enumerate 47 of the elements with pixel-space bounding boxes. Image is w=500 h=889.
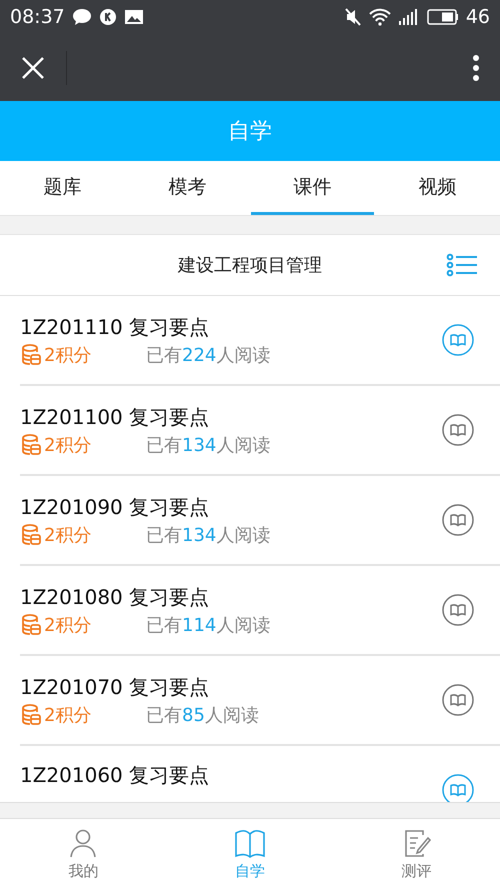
list-icon[interactable] xyxy=(446,253,478,277)
points-label: 2积分 xyxy=(44,344,92,366)
nav-tab[interactable]: 测评 xyxy=(333,819,500,889)
tab[interactable]: 视频 xyxy=(376,161,499,215)
wifi-icon xyxy=(368,8,391,26)
nav-tab[interactable]: 我的 xyxy=(0,819,167,889)
tab[interactable]: 模考 xyxy=(126,161,249,215)
book-icon[interactable] xyxy=(442,504,474,536)
header-title: 自学 xyxy=(228,118,272,146)
book-icon xyxy=(234,828,266,858)
chat-icon xyxy=(72,8,92,26)
coins-icon xyxy=(20,524,42,546)
item-title[interactable]: 1Z201060 复习要点 xyxy=(20,762,442,789)
coins-icon xyxy=(20,704,42,726)
points-label: 2积分 xyxy=(44,524,92,546)
book-icon[interactable] xyxy=(442,324,474,356)
close-icon[interactable] xyxy=(20,54,46,80)
book-icon[interactable] xyxy=(442,774,474,802)
circle-k-icon xyxy=(98,8,117,26)
read-count: 已有85人阅读 xyxy=(146,704,259,726)
read-count: 已有224人阅读 xyxy=(146,344,270,366)
image-icon xyxy=(124,8,144,26)
mute-icon xyxy=(344,8,362,26)
item-title[interactable]: 1Z201090 复习要点 xyxy=(20,494,442,520)
coins-icon xyxy=(20,614,42,636)
tab[interactable]: 题库 xyxy=(1,161,124,215)
read-count: 已有134人阅读 xyxy=(146,524,270,546)
signal-icon xyxy=(398,8,420,26)
item-title[interactable]: 1Z201110 复习要点 xyxy=(20,314,442,340)
status-time: 08:37 xyxy=(10,6,65,28)
item-title[interactable]: 1Z201080 复习要点 xyxy=(20,584,442,610)
battery-level: 46 xyxy=(466,6,490,28)
coins-icon xyxy=(20,344,42,366)
item-title[interactable]: 1Z201070 复习要点 xyxy=(20,674,442,700)
points-label: 2积分 xyxy=(44,704,92,726)
coins-icon xyxy=(20,434,42,456)
book-icon[interactable] xyxy=(442,414,474,446)
course-title: 建设工程项目管理 xyxy=(178,254,322,277)
book-icon[interactable] xyxy=(442,684,474,716)
points-label: 2积分 xyxy=(44,614,92,636)
read-count: 已有114人阅读 xyxy=(146,614,270,636)
battery-icon xyxy=(426,8,459,26)
book-icon[interactable] xyxy=(442,594,474,626)
points-label: 2积分 xyxy=(44,434,92,456)
read-count: 已有134人阅读 xyxy=(146,434,270,456)
more-icon[interactable] xyxy=(472,54,480,82)
item-title[interactable]: 1Z201100 复习要点 xyxy=(20,404,442,430)
